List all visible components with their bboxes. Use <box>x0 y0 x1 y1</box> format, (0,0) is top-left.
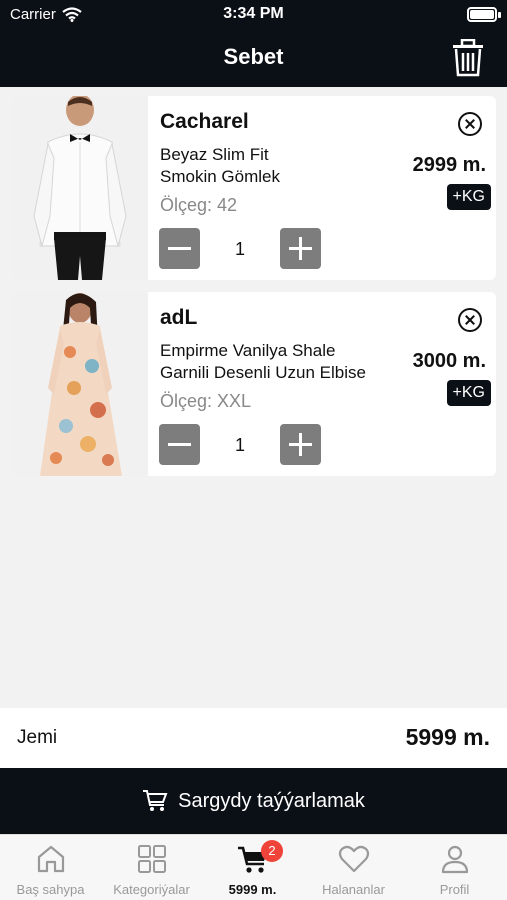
product-size: Ölçeg: XXL <box>160 391 252 411</box>
tab-categories[interactable]: Kategoriýalar <box>101 835 202 900</box>
home-icon <box>37 845 65 873</box>
increase-quantity-button[interactable] <box>280 228 321 269</box>
grid-icon <box>138 845 166 873</box>
cart-total: Jemi 5999 m. <box>0 708 507 768</box>
kg-badge[interactable]: +KG <box>446 380 491 406</box>
tab-profile[interactable]: Profil <box>404 835 505 900</box>
tab-cart[interactable]: 2 5999 m. <box>202 835 303 900</box>
tab-label: Kategoriýalar <box>113 882 190 897</box>
remove-item-icon[interactable] <box>458 112 482 136</box>
product-brand: adL <box>160 306 198 329</box>
cart-count-badge: 2 <box>261 840 283 862</box>
cart-list: Cacharel Beyaz Slim Fit Smokin Gömlek Öl… <box>12 96 496 488</box>
nav-bar: Sebet <box>0 30 507 87</box>
quantity-value: 1 <box>234 239 245 259</box>
tab-home[interactable]: Baş sahypa <box>0 835 101 900</box>
quantity-value: 1 <box>234 435 245 455</box>
tab-favorites[interactable]: Halananlar <box>303 835 404 900</box>
product-size: Ölçeg: 42 <box>160 195 238 215</box>
total-label: Jemi <box>17 727 58 748</box>
trash-icon[interactable] <box>451 39 485 77</box>
tab-label: 5999 m. <box>228 882 277 897</box>
status-time: 3:34 PM <box>223 5 284 22</box>
tab-label: Halananlar <box>322 882 385 897</box>
cart-item: Cacharel Beyaz Slim Fit Smokin Gömlek Öl… <box>12 96 496 280</box>
product-name-line: Beyaz Slim Fit <box>160 145 269 164</box>
remove-item-icon[interactable] <box>458 308 482 332</box>
tab-bar: Baş sahypa Kategoriýalar 2 5999 m. Halan… <box>0 834 507 900</box>
cart-item: adL Empirme Vanilya Shale Garnili Desenl… <box>12 292 496 476</box>
decrease-quantity-button[interactable] <box>159 424 200 465</box>
total-value: 5999 m. <box>405 724 490 750</box>
product-price: 2999 m. <box>412 154 486 176</box>
product-name-line: Garnili Desenli Uzun Elbise <box>160 363 366 382</box>
battery-tip <box>498 12 501 18</box>
product-image[interactable] <box>12 96 148 280</box>
checkout-label: Sargydy taýýarlamak <box>178 789 365 812</box>
status-bar: Carrier 3:34 PM <box>0 0 507 30</box>
product-name-line: Empirme Vanilya Shale <box>160 341 336 360</box>
kg-badge[interactable]: +KG <box>446 184 491 210</box>
tab-label: Profil <box>439 882 470 897</box>
product-name-line: Smokin Gömlek <box>160 167 280 186</box>
heart-icon <box>338 845 370 873</box>
product-image[interactable] <box>12 292 148 476</box>
product-name: Beyaz Slim Fit Smokin Gömlek <box>160 144 400 188</box>
product-price: 3000 m. <box>412 350 486 372</box>
battery-icon <box>467 7 497 22</box>
decrease-quantity-button[interactable] <box>159 228 200 269</box>
increase-quantity-button[interactable] <box>280 424 321 465</box>
product-name: Empirme Vanilya Shale Garnili Desenli Uz… <box>160 340 400 384</box>
user-icon <box>441 845 469 874</box>
checkout-button[interactable]: Sargydy taýýarlamak <box>0 768 507 834</box>
tab-label: Baş sahypa <box>16 882 85 897</box>
cart-icon <box>143 790 168 811</box>
product-brand: Cacharel <box>160 110 249 133</box>
page-title: Sebet <box>223 44 284 69</box>
